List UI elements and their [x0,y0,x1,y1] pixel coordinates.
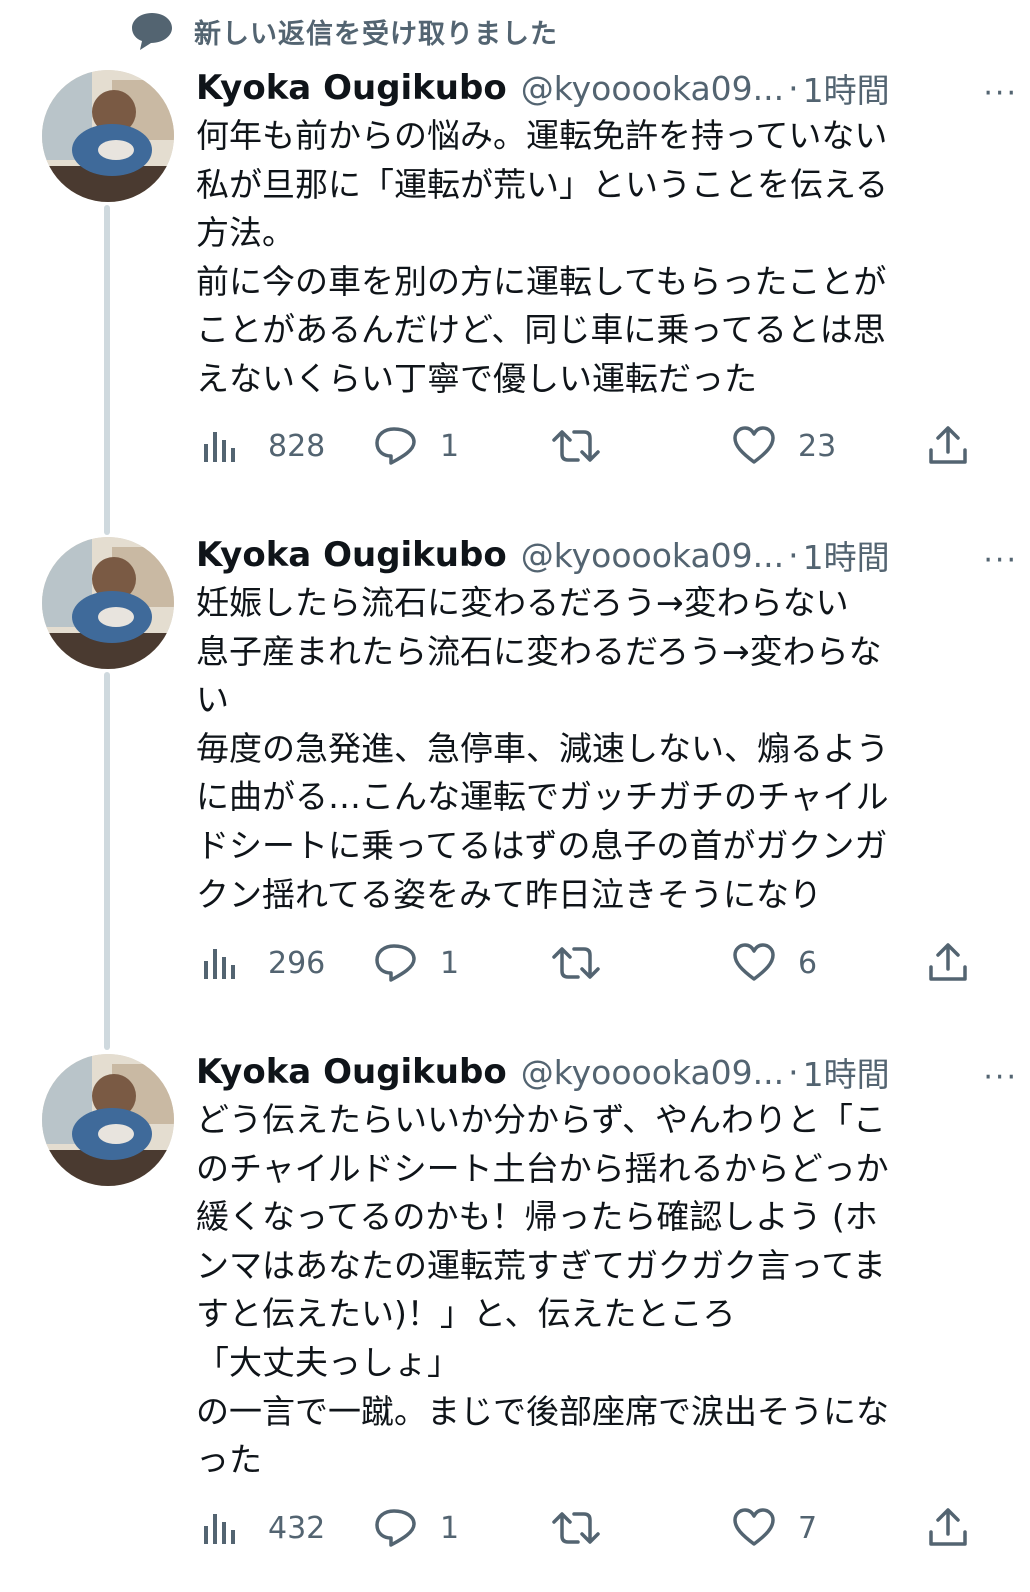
text-line: 緩くなってるのかも！帰ったら確認しよう (ホ [196,1197,878,1237]
share-button[interactable] [926,1503,970,1553]
display-name[interactable]: Kyoka Ougikubo [196,535,507,575]
retweet-button[interactable] [552,1503,600,1553]
text-line: クン揺れてる姿をみて昨日泣きそうになり [196,874,823,914]
text-line: 「大丈夫っしょ」 [196,1342,460,1382]
retweet-button[interactable] [552,938,600,988]
like-button[interactable]: 7 [732,1503,817,1553]
text-line: えないくらい丁寧で優しい運転だった [196,358,757,398]
reply-icon [375,1509,416,1547]
tweet-header: Kyoka Ougikubo @kyooooka09... · 1時間 [196,1050,976,1094]
new-reply-notice[interactable]: 新しい返信を受け取りました [130,8,558,54]
text-line: に曲がる…こんな運転でガッチガチのチャイル [196,777,889,817]
text-line: 何年も前からの悩み。運転免許を持っていない [196,116,888,155]
like-count: 7 [798,1510,818,1546]
display-name[interactable]: Kyoka Ougikubo [196,68,507,108]
views-count: 828 [268,428,326,464]
more-options-icon[interactable]: ··· [983,1060,1018,1095]
analytics-icon [204,1514,235,1544]
separator-dot: · [788,1052,799,1092]
tweet-header: Kyoka Ougikubo @kyooooka09... · 1時間 [196,66,976,110]
action-bar: 432 1 7 [196,1503,986,1553]
like-button[interactable]: 6 [732,938,817,988]
text-line: 毎度の急発進、急停車、減速しない、煽るよう [196,728,889,768]
analytics-icon [204,949,235,979]
reply-count: 1 [440,945,460,981]
text-line: の一言で一蹴。まじで後部座席で涙出そうにな [196,1391,889,1431]
reply-count: 1 [440,428,460,464]
display-name[interactable]: Kyoka Ougikubo [196,1052,507,1092]
speech-bubble-icon [132,13,172,50]
text-line: 方法。 [196,213,295,253]
avatar[interactable] [42,70,174,202]
views-button[interactable]: 828 [200,421,325,471]
share-icon [929,943,967,981]
heart-icon [733,426,775,464]
heart-icon [733,1508,775,1546]
text-line: すと伝えたい)！」と、伝えたところ [196,1294,736,1334]
timestamp[interactable]: 1時間 [803,64,890,112]
retweet-icon [552,430,600,462]
like-count: 23 [798,428,837,464]
separator-dot: · [788,535,799,575]
text-line: 私が旦那に「運転が荒い」ということを伝える [196,164,889,204]
reply-button[interactable]: 1 [374,1503,459,1553]
action-bar: 828 1 23 [196,421,986,471]
views-count: 296 [268,945,326,981]
heart-icon [733,943,775,981]
text-line: った [196,1440,262,1480]
text-line: 息子産まれたら流石に変わるだろう→変わらな [196,631,882,671]
text-line: どう伝えたらいいか分からず、やんわりと「こ [196,1100,887,1139]
text-line: のチャイルドシート土台から揺れるからどっか [196,1148,889,1188]
notice-text: 新しい返信を受け取りました [194,18,558,50]
text-line: 前に今の車を別の方に運転してもらったことが [196,261,887,301]
text-line: い [196,680,229,720]
more-options-icon[interactable]: ··· [983,543,1018,578]
tweet-header: Kyoka Ougikubo @kyooooka09... · 1時間 [196,533,976,577]
more-options-icon[interactable]: ··· [983,76,1018,111]
timestamp[interactable]: 1時間 [803,1048,890,1096]
tweet-text: 何年も前からの悩み。運転免許を持っていない 私が旦那に「運転が荒い」ということを… [196,112,966,404]
like-count: 6 [798,945,818,981]
separator-dot: · [788,68,799,108]
tweet-text: 妊娠したら流石に変わるだろう→変わらない 息子産まれたら流石に変わるだろう→変わ… [196,579,966,919]
user-handle[interactable]: @kyooooka09... [521,536,784,575]
share-button[interactable] [926,938,970,988]
retweet-icon [552,1512,600,1544]
timestamp[interactable]: 1時間 [803,531,890,579]
retweet-button[interactable] [552,421,600,471]
views-button[interactable]: 296 [200,938,325,988]
retweet-icon [552,947,600,979]
tweet-text: どう伝えたらいいか分からず、やんわりと「こ のチャイルドシート土台から揺れるから… [196,1096,966,1485]
thread-line [104,672,110,1050]
text-line: ンマはあなたの運転荒すぎてガクガク言ってま [196,1245,886,1285]
user-handle[interactable]: @kyooooka09... [521,1053,784,1092]
thread-line [104,205,110,535]
action-bar: 296 1 6 [196,938,986,988]
reply-button[interactable]: 1 [374,421,459,471]
share-button[interactable] [926,421,970,471]
views-count: 432 [268,1510,326,1546]
text-line: ことがあるんだけど、同じ車に乗ってるとは思 [196,310,886,350]
share-icon [929,1508,967,1546]
reply-icon [375,944,416,982]
share-icon [929,426,967,464]
user-handle[interactable]: @kyooooka09... [521,69,784,108]
reply-button[interactable]: 1 [374,938,459,988]
reply-count: 1 [440,1510,460,1546]
text-line: 妊娠したら流石に変わるだろう→変わらない [196,583,849,622]
avatar[interactable] [42,537,174,669]
reply-icon [375,427,416,465]
views-button[interactable]: 432 [200,1503,325,1553]
like-button[interactable]: 23 [732,421,836,471]
analytics-icon [204,432,235,462]
avatar[interactable] [42,1054,174,1186]
text-line: ドシートに乗ってるはずの息子の首がガクンガ [196,825,888,865]
